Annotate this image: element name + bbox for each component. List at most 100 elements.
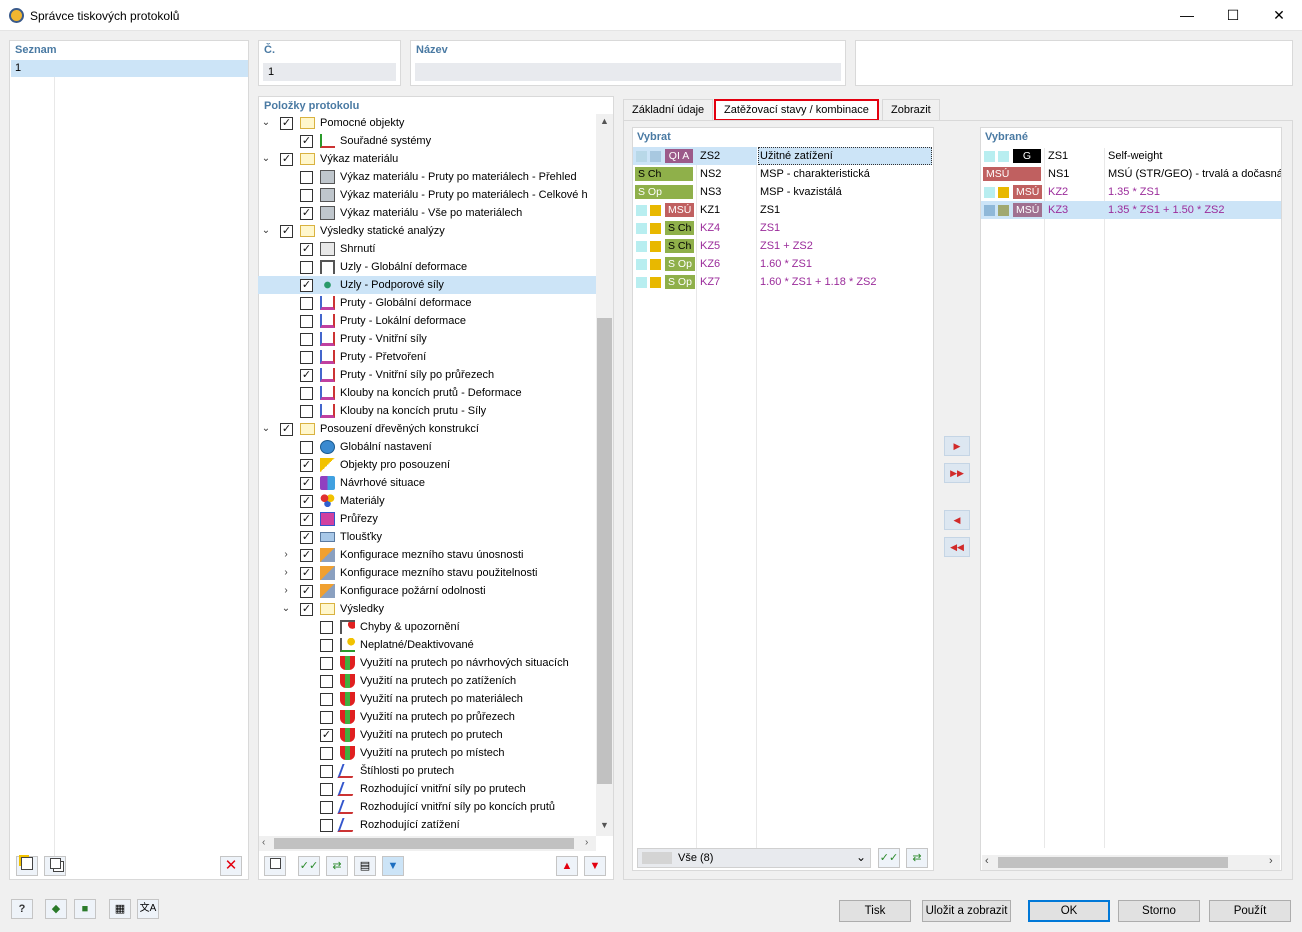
scroll-down-arrow[interactable]: ▼: [600, 820, 609, 830]
units-button[interactable]: ◆: [45, 899, 67, 919]
tree-item[interactable]: ⌄ ✓ Pomocné objekty: [258, 114, 598, 132]
tree-item[interactable]: ✓ Materiály: [258, 492, 598, 510]
tree-item[interactable]: ✓ Objekty pro posouzení: [258, 456, 598, 474]
vybrane-horizontal-scrollbar[interactable]: ‹ ›: [982, 855, 1280, 870]
tree-item[interactable]: Rozhodující zatížení: [258, 816, 598, 834]
load-list-row[interactable]: S Ch NS2 MSP - charakteristická: [633, 165, 933, 183]
tree-item[interactable]: ⌄ ✓ Výsledky: [258, 600, 598, 618]
load-list-row[interactable]: S Ch KZ4 ZS1: [633, 219, 933, 237]
tree-item[interactable]: Uzly - Globální deformace: [258, 258, 598, 276]
tree-item-checkbox[interactable]: [320, 639, 333, 652]
tree-item[interactable]: Rozhodující vnitřní síly po prutech: [258, 780, 598, 798]
tree-item-checkbox[interactable]: ✓: [300, 603, 313, 616]
tree-item-checkbox[interactable]: [320, 783, 333, 796]
tree-item[interactable]: ⌄ ✓ Výkaz materiálu: [258, 150, 598, 168]
tree-item[interactable]: Klouby na koncích prutů - Deformace: [258, 384, 598, 402]
tab-zakladni-udaje[interactable]: Základní údaje: [623, 99, 714, 121]
help-button[interactable]: ?: [11, 899, 33, 919]
add-selected-button[interactable]: ▶: [944, 436, 970, 456]
tree-item-checkbox[interactable]: [320, 621, 333, 634]
seznam-item[interactable]: 1: [11, 60, 248, 77]
model-settings-button[interactable]: ■: [74, 899, 96, 919]
tree-item[interactable]: Neplatné/Deaktivované: [258, 636, 598, 654]
expander-icon[interactable]: ⌄: [260, 150, 272, 168]
tree-item[interactable]: Globální nastavení: [258, 438, 598, 456]
tree-item[interactable]: Pruty - Globální deformace: [258, 294, 598, 312]
tree-item-checkbox[interactable]: [320, 675, 333, 688]
tree-item-checkbox[interactable]: [300, 387, 313, 400]
language-button[interactable]: 文A: [137, 899, 159, 919]
tree-item-checkbox[interactable]: ✓: [300, 207, 313, 220]
tree-item-checkbox[interactable]: [300, 171, 313, 184]
print-settings-button[interactable]: ▦: [109, 899, 131, 919]
ok-button[interactable]: OK: [1028, 900, 1110, 922]
tree-item[interactable]: ✓ Pruty - Vnitřní síly po průřezech: [258, 366, 598, 384]
tree-item[interactable]: ✓ Průřezy: [258, 510, 598, 528]
tree-item-checkbox[interactable]: ✓: [300, 495, 313, 508]
load-list-row[interactable]: MSÚ KZ3 1.35 * ZS1 + 1.50 * ZS2: [981, 201, 1281, 219]
tab-zatezovaci-stavy[interactable]: Zatěžovací stavy / kombinace: [714, 99, 879, 121]
tree-item[interactable]: Chyby & upozornění: [258, 618, 598, 636]
tree-item[interactable]: ✓ Souřadné systémy: [258, 132, 598, 150]
tree-item-checkbox[interactable]: ✓: [300, 477, 313, 490]
load-list-row[interactable]: MSÚ NS1 MSÚ (STR/GEO) - trvalá a dočasná: [981, 165, 1281, 183]
tree-item-checkbox[interactable]: ✓: [300, 549, 313, 562]
tree-item-checkbox[interactable]: ✓: [300, 279, 313, 292]
filter-button[interactable]: ▼: [382, 856, 404, 876]
tree-item-checkbox[interactable]: [320, 693, 333, 706]
tree-item[interactable]: › ✓ Konfigurace požární odolnosti: [258, 582, 598, 600]
tree-item-checkbox[interactable]: [300, 441, 313, 454]
tree-item[interactable]: ⌄ ✓ Posouzení dřevěných konstrukcí: [258, 420, 598, 438]
new-protocol-button[interactable]: [16, 856, 38, 876]
tree-item-checkbox[interactable]: ✓: [280, 153, 293, 166]
tree-item-checkbox[interactable]: [300, 189, 313, 202]
tree-item-checkbox[interactable]: [320, 747, 333, 760]
tree-item-checkbox[interactable]: [300, 261, 313, 274]
tree-item[interactable]: Výkaz materiálu - Pruty po materiálech -…: [258, 168, 598, 186]
tree-horizontal-scroll-thumb[interactable]: [274, 838, 574, 849]
tree-item[interactable]: Využití na prutech po návrhových situací…: [258, 654, 598, 672]
tree-item-checkbox[interactable]: ✓: [300, 243, 313, 256]
expander-icon[interactable]: ⌄: [280, 600, 292, 618]
load-list-row[interactable]: QI A ZS2 Užitné zatížení: [633, 147, 933, 165]
remove-all-button[interactable]: ◀◀: [944, 537, 970, 557]
scroll-left-arrow[interactable]: ‹: [262, 837, 265, 848]
tree-item[interactable]: › ✓ Konfigurace mezního stavu použitelnost…: [258, 564, 598, 582]
tree-item-checkbox[interactable]: [320, 819, 333, 832]
expander-icon[interactable]: ›: [280, 582, 292, 600]
tree-vertical-scroll-thumb[interactable]: [597, 318, 612, 784]
invert-selection-button[interactable]: ⇄: [906, 848, 928, 868]
tree-item[interactable]: ✓ Tloušťky: [258, 528, 598, 546]
tree-item-checkbox[interactable]: ✓: [300, 567, 313, 580]
scroll-left-arrow[interactable]: ‹: [985, 855, 989, 867]
tree-item-checkbox[interactable]: [320, 801, 333, 814]
tree-item-checkbox[interactable]: [300, 333, 313, 346]
expander-icon[interactable]: ⌄: [260, 420, 272, 438]
tree-item-checkbox[interactable]: [320, 711, 333, 724]
tree-item-checkbox[interactable]: ✓: [300, 459, 313, 472]
check-all-button[interactable]: ✓✓: [298, 856, 320, 876]
tree-item-checkbox[interactable]: ✓: [280, 225, 293, 238]
load-list-row[interactable]: G ZS1 Self-weight: [981, 147, 1281, 165]
scroll-right-arrow[interactable]: ›: [1269, 855, 1273, 867]
tree-item-checkbox[interactable]: ✓: [300, 585, 313, 598]
tab-zobrazit[interactable]: Zobrazit: [882, 99, 940, 121]
tree-horizontal-scrollbar[interactable]: ‹ ›: [259, 836, 596, 851]
tree-item[interactable]: ✓ Využití na prutech po prutech: [258, 726, 598, 744]
tree-item-checkbox[interactable]: ✓: [300, 369, 313, 382]
expander-icon[interactable]: ⌄: [260, 222, 272, 240]
save-and-view-button[interactable]: Uložit a zobrazit: [922, 900, 1011, 922]
scroll-up-arrow[interactable]: ▲: [600, 116, 609, 126]
tree-item-checkbox[interactable]: ✓: [280, 423, 293, 436]
tree-item[interactable]: Pruty - Vnitřní síly: [258, 330, 598, 348]
tree-item[interactable]: Klouby na koncích prutu - Síly: [258, 402, 598, 420]
expander-icon[interactable]: ⌄: [260, 114, 272, 132]
expander-icon[interactable]: ›: [280, 546, 292, 564]
tree-item[interactable]: ✓ Shrnutí: [258, 240, 598, 258]
tree-item[interactable]: Využití na prutech po místech: [258, 744, 598, 762]
add-all-button[interactable]: ▶▶: [944, 463, 970, 483]
expander-icon[interactable]: ›: [280, 564, 292, 582]
copy-item-button[interactable]: [264, 856, 286, 876]
tree-item[interactable]: ⌄ ✓ Výsledky statické analýzy: [258, 222, 598, 240]
tree-item[interactable]: Pruty - Přetvoření: [258, 348, 598, 366]
